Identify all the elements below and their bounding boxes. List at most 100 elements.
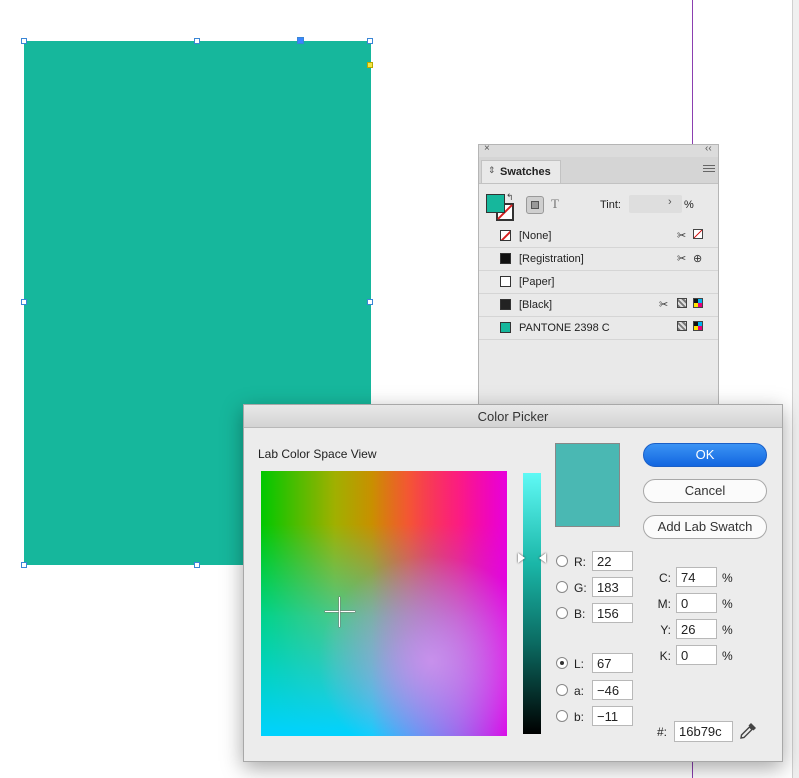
paper-chip: [500, 276, 511, 287]
expand-toggle-icon[interactable]: ⇕: [488, 165, 496, 176]
lab-b-input[interactable]: −11: [592, 706, 633, 726]
handle-bottom-center[interactable]: [194, 562, 200, 568]
black-chip: [500, 299, 511, 310]
y-input[interactable]: 26: [676, 619, 717, 639]
l-label: L:: [574, 657, 585, 671]
dialog-title: Color Picker: [477, 409, 549, 424]
b-input[interactable]: 156: [592, 603, 633, 623]
registration-type-icon: ⊕: [693, 253, 703, 265]
radio-r[interactable]: [556, 555, 568, 567]
dialog-titlebar[interactable]: Color Picker: [244, 405, 782, 428]
m-input[interactable]: 0: [676, 593, 717, 613]
registration-chip: [500, 253, 511, 264]
b-label: B:: [574, 607, 586, 621]
slider-arrow-left-icon: [518, 553, 525, 563]
color-field-gradient: [261, 471, 507, 736]
swatch-row-pantone-2398c[interactable]: PANTONE 2398 C: [479, 317, 718, 340]
r-label: R:: [574, 555, 586, 569]
m-label: M:: [657, 597, 671, 611]
swatch-name: PANTONE 2398 C: [519, 322, 610, 334]
swatch-list: [None] ✂ [Registration] ✂ ⊕ [Paper] [Bla…: [479, 225, 718, 340]
hex-input[interactable]: 16b79c: [674, 721, 733, 742]
swatch-row-black[interactable]: [Black] ✂: [479, 294, 718, 317]
radio-g[interactable]: [556, 581, 568, 593]
formatting-affects-container-button[interactable]: [526, 196, 544, 214]
tint-label: Tint:: [600, 199, 621, 211]
process-color-icon: [677, 321, 687, 334]
swap-fill-stroke-icon[interactable]: ↰: [506, 192, 514, 203]
edit-lock-icon: ✂: [677, 230, 687, 242]
k-input[interactable]: 0: [676, 645, 717, 665]
eyedropper-icon[interactable]: [738, 721, 758, 741]
handle-top-center[interactable]: [194, 38, 200, 44]
swatch-row-none[interactable]: [None] ✂: [479, 225, 718, 248]
c-label: C:: [659, 571, 671, 585]
m-percent: %: [722, 597, 733, 611]
container-icon: [531, 201, 539, 209]
fill-swatch[interactable]: [486, 194, 505, 213]
color-preview-swatch: [555, 443, 620, 527]
slider-thumb[interactable]: [518, 552, 548, 564]
a-label: a:: [574, 684, 585, 698]
l-input[interactable]: 67: [592, 653, 633, 673]
c-input[interactable]: 74: [676, 567, 717, 587]
collapse-icon[interactable]: ‹‹: [705, 143, 712, 154]
swatch-name: [Paper]: [519, 276, 555, 288]
swatch-name: [Registration]: [519, 253, 584, 265]
hex-label: #:: [657, 725, 668, 739]
tab-label: Swatches: [500, 166, 551, 178]
handle-bottom-left[interactable]: [21, 562, 27, 568]
formatting-affects-text-button[interactable]: T: [551, 196, 559, 212]
handle-top-right[interactable]: [367, 38, 373, 44]
swatch-row-paper[interactable]: [Paper]: [479, 271, 718, 294]
color-picker-dialog: Color Picker Lab Color Space View R: 22 …: [243, 404, 783, 762]
r-input[interactable]: 22: [592, 551, 633, 571]
crosshair-cursor-icon[interactable]: [325, 597, 355, 627]
g-input[interactable]: 183: [592, 577, 633, 597]
pantone-chip: [500, 322, 511, 333]
a-input[interactable]: −46: [592, 680, 633, 700]
y-percent: %: [722, 623, 733, 637]
color-space-view-label: Lab Color Space View: [258, 447, 377, 461]
cancel-button[interactable]: Cancel: [643, 479, 767, 503]
radio-b[interactable]: [556, 607, 568, 619]
lightness-slider[interactable]: [523, 473, 541, 734]
radio-a[interactable]: [556, 684, 568, 696]
edit-lock-icon: ✂: [677, 253, 687, 265]
tab-swatches[interactable]: ⇕ Swatches: [481, 160, 561, 183]
radio-l-selected[interactable]: [556, 657, 568, 669]
close-icon[interactable]: ×: [484, 143, 490, 154]
tint-percent-label: %: [684, 199, 694, 211]
k-percent: %: [722, 649, 733, 663]
swatches-panel: × ‹‹ ⇕ Swatches ↰ T Tint: › % [None] ✂ […: [478, 143, 719, 414]
radio-lab-b[interactable]: [556, 710, 568, 722]
lab-b-label: b:: [574, 710, 585, 724]
none-type-icon: [693, 229, 703, 242]
k-label: K:: [659, 649, 671, 663]
c-percent: %: [722, 571, 733, 585]
lab-color-field[interactable]: [261, 471, 507, 736]
handle-middle-left[interactable]: [21, 299, 27, 305]
handle-top-left[interactable]: [21, 38, 27, 44]
cmyk-mode-icon: [693, 298, 703, 311]
add-lab-swatch-button[interactable]: Add Lab Swatch: [643, 515, 767, 539]
edit-lock-icon: ✂: [659, 299, 669, 311]
slider-arrow-right-icon: [539, 553, 546, 563]
cmyk-mode-icon: [693, 321, 703, 334]
pasteboard-edge: [792, 0, 799, 778]
tint-input[interactable]: [629, 195, 682, 213]
ok-button[interactable]: OK: [643, 443, 767, 467]
panel-menu-icon[interactable]: [703, 165, 715, 174]
y-label: Y:: [660, 623, 671, 637]
swatch-name: [None]: [519, 230, 552, 242]
g-label: G:: [574, 581, 587, 595]
tint-slider-arrow-icon[interactable]: ›: [668, 196, 672, 208]
corner-options-handle[interactable]: [367, 62, 373, 68]
none-chip: [500, 230, 511, 241]
handle-middle-right[interactable]: [367, 299, 373, 305]
swatch-name: [Black]: [519, 299, 553, 311]
swatch-row-registration[interactable]: [Registration] ✂ ⊕: [479, 248, 718, 271]
handle-rotate-top[interactable]: [297, 37, 304, 44]
panel-tab-row: ⇕ Swatches: [479, 157, 718, 184]
process-color-icon: [677, 298, 687, 311]
